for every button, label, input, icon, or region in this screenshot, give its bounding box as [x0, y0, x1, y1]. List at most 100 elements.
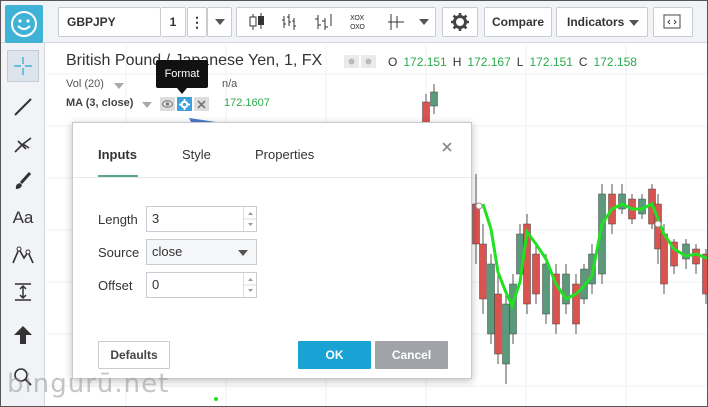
offset-input[interactable]: 0 [146, 272, 257, 298]
close-icon [197, 99, 206, 109]
text-icon: Aa [12, 208, 34, 227]
pitchfork-icon [14, 137, 32, 153]
ma-point [654, 220, 662, 228]
baseline-button[interactable] [379, 7, 413, 37]
length-stepper[interactable] [243, 207, 257, 231]
step-line-icon [388, 14, 404, 30]
smiley-icon [11, 11, 37, 37]
ok-button[interactable]: OK [298, 341, 371, 369]
tab-style[interactable]: Style [182, 147, 211, 162]
logo[interactable] [5, 5, 43, 43]
interval-select[interactable]: 1 [161, 7, 186, 37]
svg-text:XOX: XOX [350, 14, 364, 22]
trend-line-icon [14, 98, 32, 116]
chevron-down-icon[interactable] [114, 83, 124, 89]
brush-icon [15, 171, 32, 189]
candle-body [502, 303, 510, 365]
brush-tool[interactable] [7, 165, 39, 197]
source-select[interactable]: close [146, 239, 257, 265]
source-label: Source [98, 245, 140, 260]
ohlc-key: C [578, 55, 588, 69]
measure-tool[interactable] [7, 276, 39, 308]
pattern-icon [12, 246, 34, 264]
symbol-search[interactable]: GBPJPY [58, 7, 161, 37]
tooltip-pointer [177, 88, 187, 94]
svg-text:OXO: OXO [350, 23, 365, 31]
indicators-button[interactable]: Indicators [556, 7, 648, 37]
compare-label: Compare [491, 15, 544, 29]
drawing-toolbar: Aa [1, 43, 45, 406]
candle-body [532, 253, 540, 295]
ohlc-value: 172.151 [403, 55, 447, 69]
ma-point [214, 397, 218, 401]
arrow-up-icon [14, 326, 32, 344]
title-eye-icon[interactable] [344, 55, 378, 69]
candle-body [542, 263, 550, 315]
point-figure-button[interactable]: XOX OXO [343, 7, 379, 37]
stepper-arrows-icon [244, 278, 257, 292]
pattern-tool[interactable] [7, 239, 39, 271]
ohlc-value: 172.151 [529, 55, 573, 69]
chevron-down-icon [238, 250, 248, 256]
offset-stepper[interactable] [243, 273, 257, 297]
length-input[interactable]: 3 [146, 206, 257, 232]
ma-remove-button[interactable] [194, 97, 209, 111]
ma-value: 172.1607 [224, 97, 270, 109]
stepper-arrows-icon [244, 212, 257, 226]
tab-style-label: Style [182, 147, 211, 162]
trend-line-tool[interactable] [7, 91, 39, 123]
candle-body [494, 293, 502, 355]
tab-divider [73, 177, 471, 178]
symbol-label: GBPJPY [67, 15, 116, 29]
chart-type-dropdown[interactable] [413, 7, 435, 37]
bars-icon [282, 14, 296, 30]
candle-body [430, 91, 438, 107]
gear-icon [451, 13, 469, 31]
candle-body [472, 203, 480, 245]
embed-button[interactable] [653, 7, 693, 37]
settings-button[interactable] [442, 7, 478, 37]
measure-icon [15, 283, 31, 301]
format-tooltip: Format [156, 60, 208, 88]
indicators-label: Indicators [567, 15, 625, 29]
candle-body [660, 233, 668, 285]
candle-body [702, 253, 707, 295]
tab-inputs[interactable]: Inputs [98, 147, 137, 162]
interval-more-button[interactable]: ⋮ [187, 7, 207, 37]
chevron-down-icon[interactable] [142, 102, 152, 108]
candles-button[interactable] [241, 7, 273, 37]
compare-button[interactable]: Compare [484, 7, 552, 37]
ma-point [475, 202, 483, 210]
chevron-down-icon [419, 19, 429, 25]
interval-dropdown-button[interactable] [207, 7, 232, 37]
offset-value: 0 [152, 277, 160, 292]
point-figure-icon: XOX OXO [350, 14, 365, 31]
dialog-close-button[interactable] [437, 137, 457, 157]
tooltip-text: Format [164, 68, 200, 80]
candles-icon [249, 13, 264, 30]
pitchfork-tool[interactable] [7, 128, 39, 160]
tab-properties[interactable]: Properties [255, 147, 314, 162]
tab-inputs-label: Inputs [98, 147, 137, 162]
indicator-settings-dialog: Inputs Style Properties Length 3 Source … [72, 122, 472, 379]
interval-label: 1 [169, 15, 177, 29]
cancel-label: Cancel [391, 348, 432, 362]
chevron-down-icon [214, 19, 225, 25]
top-toolbar: GBPJPY 1 ⋮ XOX OXO Compare Indicators [1, 1, 707, 43]
ma-format-button[interactable] [177, 97, 192, 111]
ma-label: MA (3, close) [66, 97, 134, 109]
offset-label: Offset [98, 278, 133, 293]
crosshair-icon [14, 57, 32, 75]
cancel-button[interactable]: Cancel [375, 341, 448, 369]
ma-visibility-button[interactable] [160, 97, 175, 111]
ohlc-button[interactable] [305, 7, 343, 37]
watermark: bingurū.net [7, 369, 170, 399]
more-vertical-icon: ⋮ [190, 14, 204, 30]
crosshair-tool[interactable] [7, 50, 39, 82]
heikin-button[interactable] [273, 7, 305, 37]
defaults-button[interactable]: Defaults [98, 341, 170, 369]
defaults-label: Defaults [110, 348, 158, 362]
arrow-up-tool[interactable] [7, 319, 39, 351]
ohlc-key: H [452, 55, 462, 69]
text-tool[interactable]: Aa [7, 202, 39, 234]
